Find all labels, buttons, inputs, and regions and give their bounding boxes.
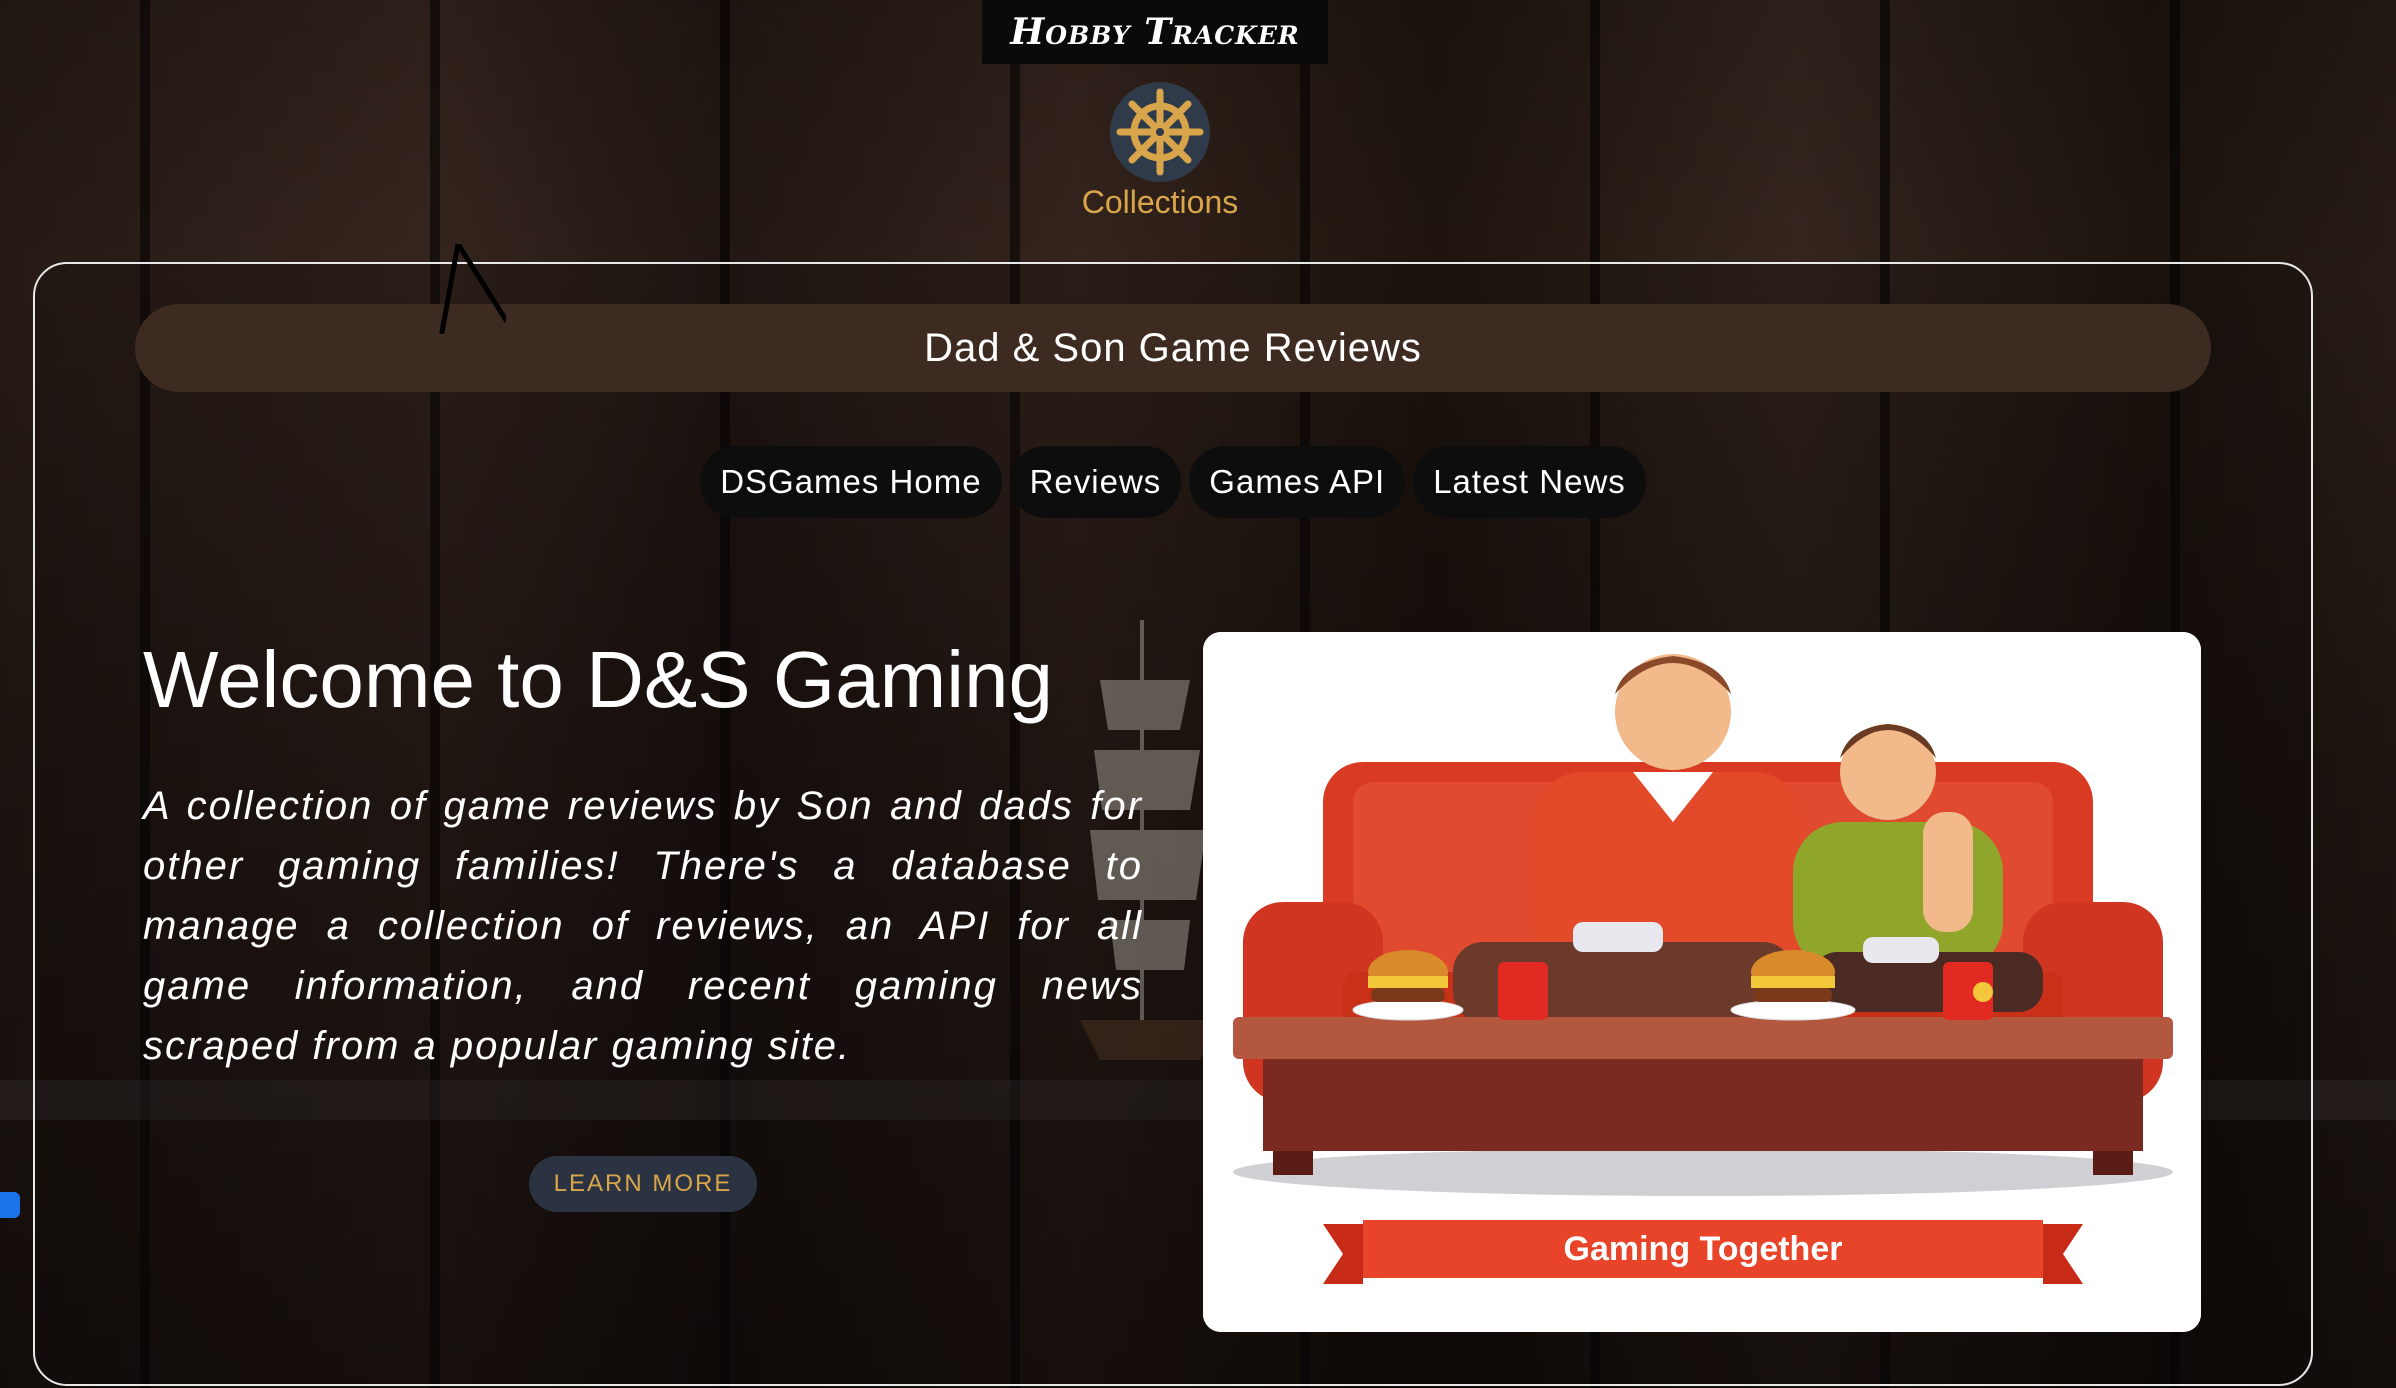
site-title[interactable]: Hobby Tracker bbox=[1010, 11, 1299, 53]
nav-item-latest-news[interactable]: Latest News bbox=[1413, 446, 1646, 518]
gaming-together-image: Gaming Together bbox=[1203, 632, 2201, 1332]
nav-item-reviews[interactable]: Reviews bbox=[1009, 446, 1182, 518]
nav-item-games-api[interactable]: Games API bbox=[1189, 446, 1406, 518]
page: Hobby Tracker Collections Dad & Son Game… bbox=[0, 0, 2396, 1388]
site-title-bar[interactable]: Hobby Tracker bbox=[982, 0, 1328, 64]
hero-heading: Welcome to D&S Gaming bbox=[143, 635, 1053, 724]
collections-link[interactable]: Collections bbox=[1060, 82, 1260, 232]
illustration-caption: Gaming Together bbox=[1564, 1230, 1843, 1268]
banner-title: Dad & Son Game Reviews bbox=[924, 325, 1422, 370]
hero-description: A collection of game reviews by Son and … bbox=[143, 784, 1143, 1068]
nav-bar: DSGames Home Reviews Games API Latest Ne… bbox=[35, 446, 2311, 518]
main-card: Dad & Son Game Reviews DSGames Home Revi… bbox=[33, 262, 2313, 1386]
side-tab-icon[interactable] bbox=[0, 1192, 20, 1218]
ship-wheel-icon[interactable] bbox=[1110, 82, 1210, 182]
mouse-cursor-icon bbox=[439, 244, 506, 334]
collections-label[interactable]: Collections bbox=[1060, 184, 1260, 221]
hero-illustration: Gaming Together bbox=[1203, 632, 2201, 1332]
learn-more-button[interactable]: LEARN MORE bbox=[529, 1156, 757, 1212]
nav-item-dsgames-home[interactable]: DSGames Home bbox=[700, 446, 1002, 518]
